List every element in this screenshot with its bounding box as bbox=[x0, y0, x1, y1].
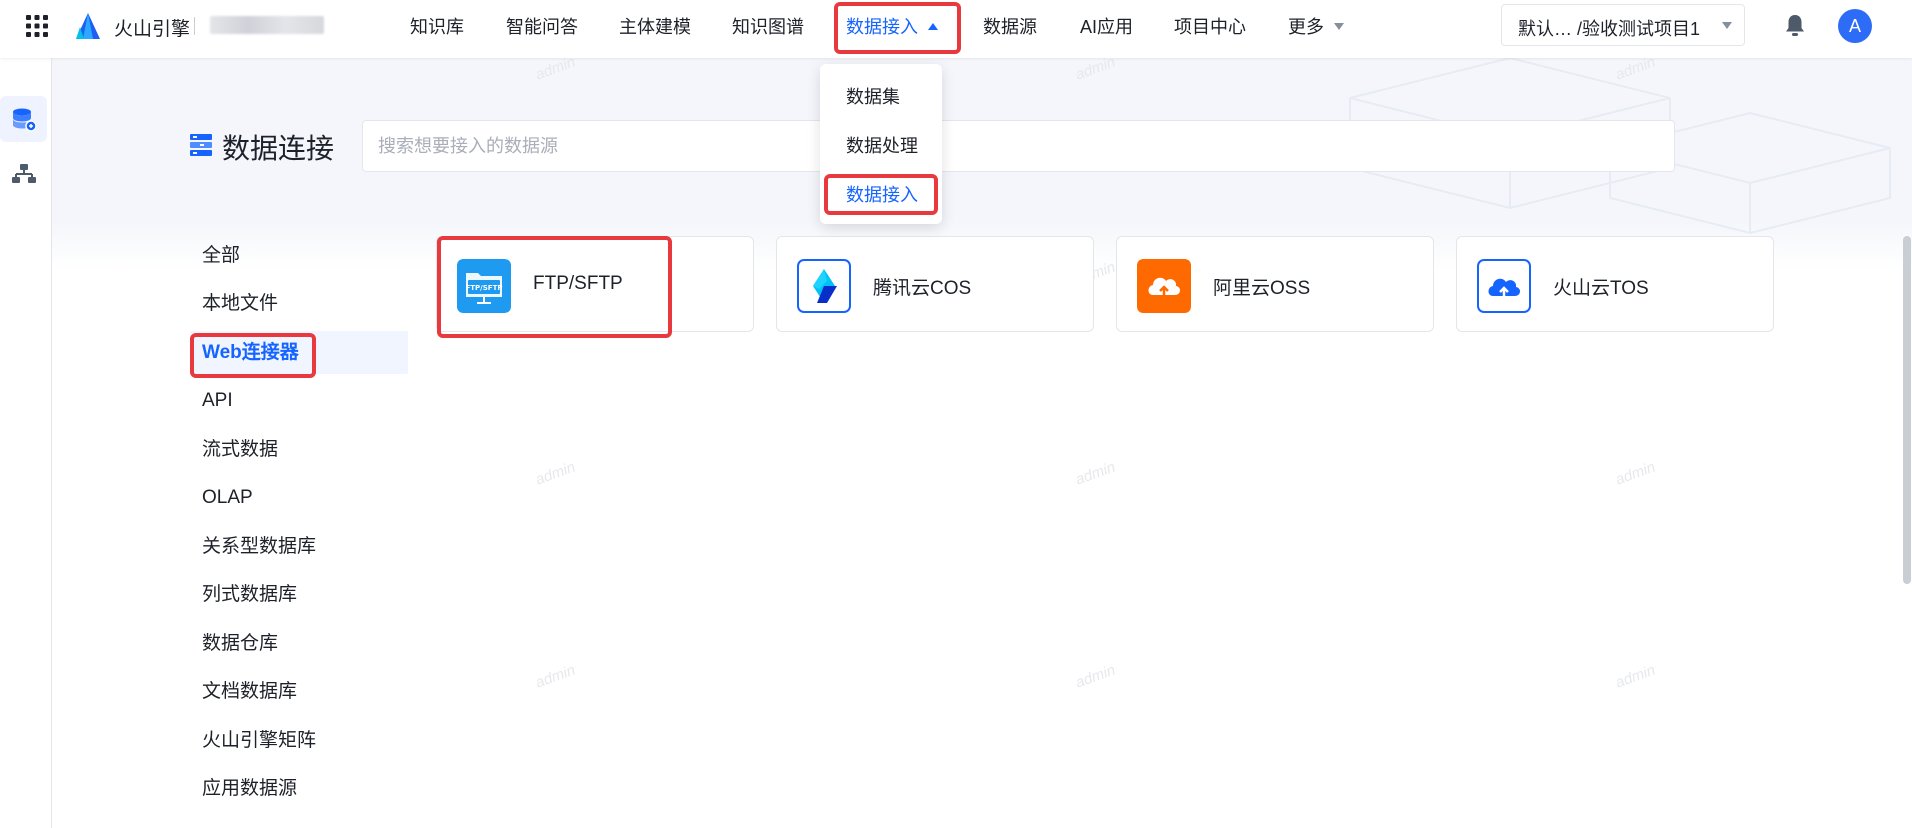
nav-project-center[interactable]: 项目中心 bbox=[1174, 13, 1246, 37]
nav-more[interactable]: 更多 bbox=[1288, 13, 1344, 37]
dropdown-item-data-processing[interactable]: 数据处理 bbox=[846, 132, 918, 158]
tenant-name-redacted bbox=[210, 16, 324, 34]
nav-more-label: 更多 bbox=[1288, 17, 1324, 37]
dropdown-item-data-ingestion[interactable]: 数据接入 bbox=[846, 181, 918, 207]
connector-card-aliyun-oss[interactable]: 阿里云OSS bbox=[1116, 236, 1434, 332]
nav-knowledge-graph[interactable]: 知识图谱 bbox=[732, 13, 804, 37]
left-icon-rail bbox=[0, 58, 52, 828]
category-volcano-matrix[interactable]: 火山引擎矩阵 bbox=[190, 719, 408, 762]
project-selector[interactable]: 默认… /验收测试项目1 bbox=[1501, 4, 1745, 46]
category-olap[interactable]: OLAP bbox=[190, 476, 408, 519]
category-columnar-db[interactable]: 列式数据库 bbox=[190, 573, 408, 616]
connector-card-ftp[interactable]: FTP/SFTP FTP/SFTP bbox=[436, 236, 754, 332]
nav-knowledge-base[interactable]: 知识库 bbox=[410, 13, 464, 37]
category-streaming[interactable]: 流式数据 bbox=[190, 428, 408, 471]
ftp-folder-icon: FTP/SFTP bbox=[457, 259, 511, 313]
nav-ai-apps[interactable]: AI应用 bbox=[1080, 13, 1133, 37]
rail-item-database[interactable] bbox=[0, 96, 47, 142]
aliyun-cloud-upload-icon bbox=[1137, 259, 1191, 313]
category-app-datasource[interactable]: 应用数据源 bbox=[190, 767, 408, 810]
category-web-connector[interactable]: Web连接器 bbox=[190, 331, 408, 374]
connector-label: 火山云TOS bbox=[1553, 278, 1649, 299]
connector-card-tencent-cos[interactable]: 腾讯云COS bbox=[776, 236, 1094, 332]
watermark: admin bbox=[533, 53, 578, 84]
data-ingestion-dropdown: 数据集 数据处理 数据接入 bbox=[820, 64, 942, 224]
rail-item-hierarchy[interactable] bbox=[0, 150, 47, 196]
dropdown-item-dataset[interactable]: 数据集 bbox=[846, 83, 900, 109]
category-data-warehouse[interactable]: 数据仓库 bbox=[190, 622, 408, 665]
volcano-cloud-upload-icon bbox=[1477, 259, 1531, 313]
brand-name: 火山引擎 bbox=[114, 19, 191, 40]
chevron-down-icon bbox=[1722, 22, 1732, 29]
user-avatar[interactable]: A bbox=[1838, 9, 1872, 43]
connector-card-volcano-tos[interactable]: 火山云TOS bbox=[1456, 236, 1774, 332]
connector-label: FTP/SFTP bbox=[533, 273, 623, 294]
app-grid-icon[interactable] bbox=[26, 15, 48, 37]
notification-bell-icon[interactable] bbox=[1784, 13, 1806, 37]
connector-label: 腾讯云COS bbox=[873, 278, 972, 299]
category-local-files[interactable]: 本地文件 bbox=[190, 282, 408, 325]
brand-separator bbox=[194, 17, 195, 35]
tencent-cloud-icon bbox=[797, 259, 851, 313]
chevron-down-icon bbox=[1334, 23, 1344, 30]
ftp-icon-text: FTP/SFTP bbox=[466, 284, 503, 292]
nav-data-source[interactable]: 数据源 bbox=[983, 13, 1037, 37]
database-icon bbox=[13, 108, 37, 132]
nav-entity-modeling[interactable]: 主体建模 bbox=[619, 13, 691, 37]
connector-label: 阿里云OSS bbox=[1213, 278, 1311, 299]
nav-data-ingestion-label: 数据接入 bbox=[846, 17, 918, 37]
caret-up-icon bbox=[928, 23, 938, 30]
vertical-scrollbar[interactable] bbox=[1903, 236, 1911, 584]
project-selector-value: 默认… /验收测试项目1 bbox=[1518, 19, 1701, 39]
volcano-engine-logo-icon bbox=[76, 13, 100, 39]
data-connection-icon bbox=[190, 134, 212, 156]
category-document-db[interactable]: 文档数据库 bbox=[190, 670, 408, 713]
category-api[interactable]: API bbox=[190, 379, 408, 422]
category-all[interactable]: 全部 bbox=[190, 234, 408, 277]
top-navigation-bar: 火山引擎 知识库 智能问答 主体建模 知识图谱 数据接入 数据源 AI应用 项目… bbox=[0, 0, 1912, 58]
search-input[interactable] bbox=[362, 120, 1675, 172]
hierarchy-icon bbox=[12, 164, 36, 183]
nav-smart-qa[interactable]: 智能问答 bbox=[506, 13, 578, 37]
page-title: 数据连接 bbox=[222, 133, 335, 164]
nav-data-ingestion[interactable]: 数据接入 bbox=[846, 13, 938, 37]
category-relational-db[interactable]: 关系型数据库 bbox=[190, 525, 408, 568]
